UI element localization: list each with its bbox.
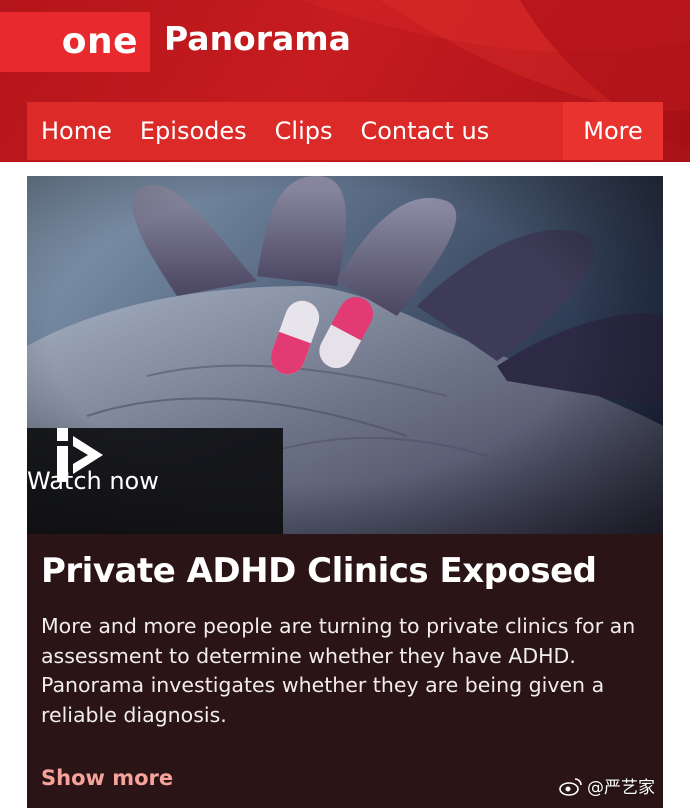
watch-now-button[interactable]: Watch now <box>27 428 283 534</box>
episode-details: Private ADHD Clinics Exposed More and mo… <box>27 534 663 808</box>
nav-item-clips[interactable]: Clips <box>261 102 347 160</box>
show-more-link[interactable]: Show more <box>41 766 173 790</box>
episode-card: Watch now Private ADHD Clinics Exposed M… <box>27 176 663 808</box>
site-header: one Panorama Home Episodes Clips Contact… <box>0 0 690 162</box>
weibo-icon <box>559 777 582 796</box>
channel-logo-text: one <box>61 21 138 62</box>
nav-item-contact-us[interactable]: Contact us <box>346 102 503 160</box>
episode-description: More and more people are turning to priv… <box>41 614 636 727</box>
channel-logo[interactable]: one <box>0 12 150 72</box>
nav-item-episodes[interactable]: Episodes <box>126 102 261 160</box>
watermark-text: @严艺家 <box>587 778 655 798</box>
main-nav: Home Episodes Clips Contact us More <box>27 102 663 160</box>
programme-title[interactable]: Panorama <box>164 22 351 55</box>
episode-title: Private ADHD Clinics Exposed <box>41 551 597 591</box>
hand-holding-pills-image[interactable]: Watch now <box>27 176 663 534</box>
iplayer-play-icon <box>57 428 103 482</box>
nav-item-home[interactable]: Home <box>27 102 126 160</box>
nav-more-button[interactable]: More <box>563 102 663 160</box>
watermark: @严艺家 <box>559 773 655 798</box>
